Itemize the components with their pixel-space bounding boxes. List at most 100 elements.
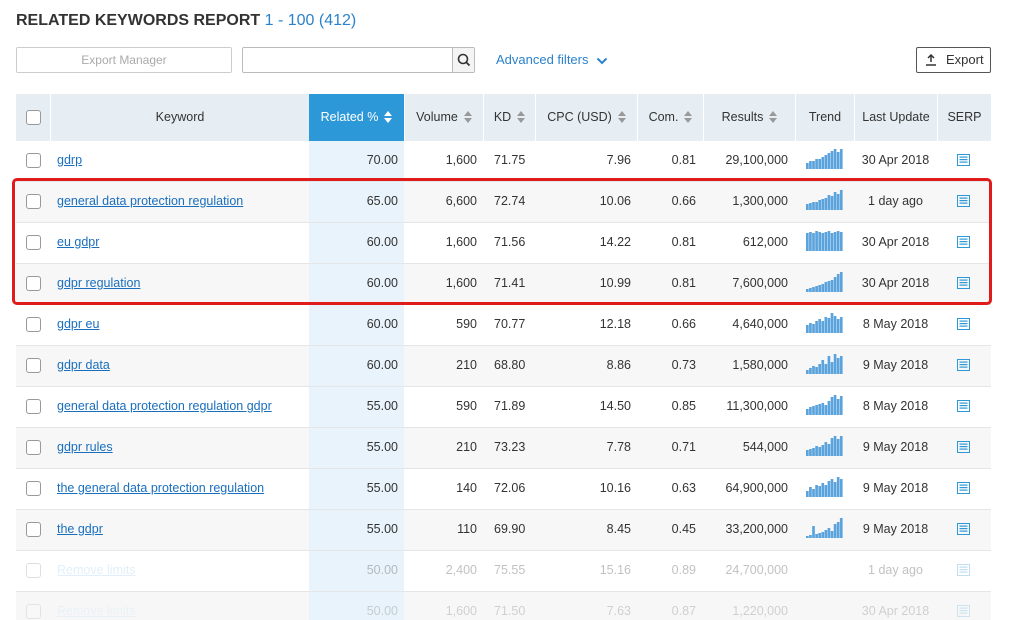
table-row: the general data protection regulation 55… — [16, 469, 991, 510]
row-checkbox[interactable] — [26, 481, 41, 496]
serp-icon[interactable] — [957, 441, 970, 453]
row-checkbox[interactable] — [26, 153, 41, 168]
row-checkbox[interactable] — [26, 399, 41, 414]
serp-icon[interactable] — [957, 154, 970, 166]
trend-chart — [806, 190, 843, 210]
serp-icon[interactable] — [957, 523, 970, 535]
col-results[interactable]: Results — [703, 94, 795, 141]
cell-related: 60.00 — [366, 317, 398, 331]
advanced-filters-link[interactable]: Advanced filters — [496, 52, 608, 67]
trend-bar — [818, 447, 822, 456]
trend-bar — [809, 288, 812, 292]
cell-cpc: 14.22 — [599, 235, 631, 249]
trend-bar — [839, 232, 843, 251]
keyword-link[interactable]: Remove limits — [57, 563, 136, 577]
cell-related: 50.00 — [366, 563, 398, 577]
serp-icon[interactable] — [957, 195, 970, 207]
trend-bar — [836, 274, 840, 292]
col-last-update[interactable]: Last Update — [854, 94, 937, 141]
cell-cpc: 10.16 — [599, 481, 631, 495]
cell-volume: 1,600 — [445, 235, 477, 249]
keyword-link[interactable]: gdrp — [57, 153, 82, 167]
keyword-link[interactable]: eu gdpr — [57, 235, 99, 249]
select-all-checkbox[interactable] — [26, 110, 41, 125]
trend-bar — [818, 159, 822, 169]
search-input[interactable] — [243, 48, 453, 72]
cell-results: 4,640,000 — [732, 317, 788, 331]
row-checkbox[interactable] — [26, 563, 41, 578]
keyword-link[interactable]: general data protection regulation — [57, 194, 243, 208]
keyword-link[interactable]: the general data protection regulation — [57, 481, 264, 495]
cell-last-update: 30 Apr 2018 — [861, 604, 930, 618]
trend-bar — [827, 231, 831, 251]
trend-bar — [836, 399, 840, 415]
row-checkbox[interactable] — [26, 358, 41, 373]
col-kd[interactable]: KD — [483, 94, 535, 141]
table-row: general data protection regulation 65.00 6… — [16, 182, 991, 223]
trend-bar — [830, 280, 834, 292]
col-volume[interactable]: Volume — [404, 94, 483, 141]
table-row: gdpr eu 60.00 590 70.77 12.18 0.66 4,640,000 8 … — [16, 305, 991, 346]
serp-icon[interactable] — [957, 482, 970, 494]
cell-volume: 210 — [456, 440, 477, 454]
cell-com: 0.45 — [671, 522, 696, 536]
serp-icon[interactable] — [957, 564, 970, 576]
trend-bar — [833, 232, 837, 251]
search-box — [242, 47, 475, 73]
col-related[interactable]: Related % — [309, 94, 404, 141]
cell-results: 29,100,000 — [725, 153, 788, 167]
trend-chart — [806, 436, 843, 456]
cell-com: 0.81 — [671, 153, 696, 167]
keyword-link[interactable]: gdpr rules — [57, 440, 113, 454]
row-checkbox[interactable] — [26, 317, 41, 332]
serp-icon[interactable] — [957, 318, 970, 330]
keyword-link[interactable]: gdpr regulation — [57, 276, 140, 290]
cell-results: 11,300,000 — [726, 399, 788, 413]
cell-keyword: the general data protection regulation — [57, 469, 264, 509]
trend-bar — [815, 367, 818, 374]
trend-bar — [833, 277, 837, 292]
cell-last-update: 9 May 2018 — [862, 522, 929, 536]
cell-related: 60.00 — [366, 235, 398, 249]
cell-cpc: 15.16 — [599, 563, 631, 577]
col-keyword[interactable]: Keyword — [50, 94, 309, 141]
row-checkbox[interactable] — [26, 440, 41, 455]
row-checkbox[interactable] — [26, 604, 41, 619]
trend-bar — [830, 196, 834, 210]
serp-icon[interactable] — [957, 359, 970, 371]
keyword-link[interactable]: gdpr data — [57, 358, 110, 372]
col-com[interactable]: Com. — [637, 94, 703, 141]
keyword-link[interactable]: the gdpr — [57, 522, 103, 536]
export-manager-button[interactable]: Export Manager — [16, 47, 232, 73]
keyword-link[interactable]: gdpr eu — [57, 317, 99, 331]
trend-bar — [806, 491, 809, 497]
trend-bar — [833, 149, 837, 169]
cell-com: 0.85 — [671, 399, 696, 413]
serp-icon[interactable] — [957, 400, 970, 412]
trend-chart — [806, 518, 843, 538]
trend-bar — [824, 442, 828, 456]
sort-icon — [463, 110, 472, 123]
export-label: Export — [946, 52, 984, 67]
sort-icon — [384, 110, 393, 123]
table-row: gdpr rules 55.00 210 73.23 7.78 0.71 544,000 9 … — [16, 428, 991, 469]
serp-icon[interactable] — [957, 605, 970, 617]
row-checkbox[interactable] — [26, 194, 41, 209]
keyword-link[interactable]: Remove limits — [57, 604, 136, 618]
search-button[interactable] — [452, 48, 474, 72]
cell-results: 64,900,000 — [725, 481, 788, 495]
col-cpc[interactable]: CPC (USD) — [535, 94, 637, 141]
export-button[interactable]: Export — [916, 47, 991, 73]
col-com-label: Com. — [648, 110, 679, 124]
serp-icon[interactable] — [957, 277, 970, 289]
trend-bar — [836, 477, 840, 497]
serp-icon[interactable] — [957, 236, 970, 248]
cell-volume: 1,600 — [445, 604, 477, 618]
trend-bar — [815, 202, 818, 210]
trend-bar — [830, 479, 834, 497]
trend-bar — [809, 535, 812, 538]
keyword-link[interactable]: general data protection regulation gdpr — [57, 399, 272, 413]
row-checkbox[interactable] — [26, 522, 41, 537]
row-checkbox[interactable] — [26, 235, 41, 250]
row-checkbox[interactable] — [26, 276, 41, 291]
